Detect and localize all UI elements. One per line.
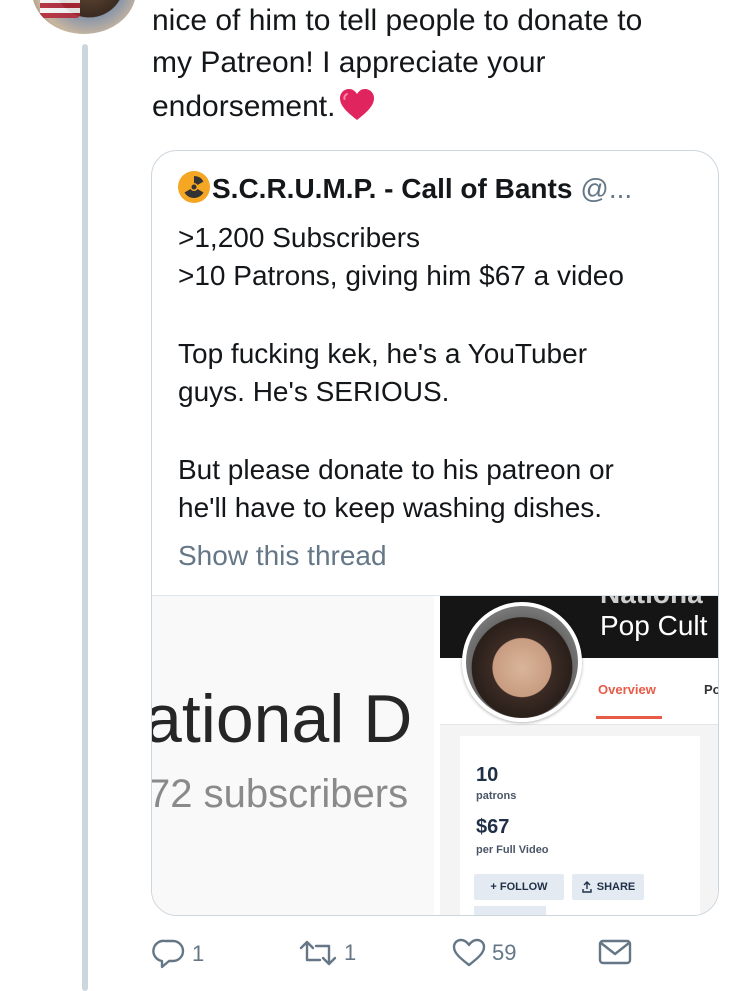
radioactive-emoji-icon: [178, 171, 210, 203]
channel-subscribers-fragment: 72 subscribers: [152, 772, 409, 816]
tab-overview-underline: [596, 716, 662, 719]
quoted-tweet-line: Top fucking kek, he's a YouTuber: [178, 338, 588, 369]
retweet-button[interactable]: 1: [298, 938, 356, 968]
tweet-text-line: endorsement.: [152, 86, 732, 132]
patreon-stats-card: 10 patrons $67 per Full Video + FOLLOW S…: [460, 736, 700, 915]
heart-outline-icon: [452, 938, 486, 967]
avatar-flag: [40, 0, 80, 18]
tab-overview: Overview: [598, 682, 656, 697]
quoted-tweet-line: >1,200 Subscribers: [178, 222, 421, 253]
quoted-tweet-card[interactable]: S.C.R.U.M.P. - Call of Bants @... >1,200 …: [151, 150, 719, 916]
quoted-tweet-media[interactable]: ational D 72 subscribers Nationa Pop Cul…: [152, 595, 718, 915]
share-button-label: SHARE: [596, 881, 636, 893]
quoted-tweet-header: S.C.R.U.M.P. - Call of Bants @...: [178, 171, 632, 206]
tweet-actions: 1 1 59: [0, 930, 750, 980]
creator-avatar: [462, 602, 582, 722]
quoted-author-handle: @...: [580, 173, 633, 204]
retweet-count: 1: [344, 940, 357, 965]
patrons-count: 10: [476, 764, 499, 786]
tweet-text: nice of him to tell people to donate to …: [152, 0, 732, 132]
retweet-icon: [299, 940, 337, 966]
envelope-icon: [598, 939, 632, 965]
quoted-tweet-line-blank: [178, 295, 698, 335]
extra-button-partial: [474, 906, 546, 915]
tweet-text-line: my Patreon! I appreciate your: [152, 46, 546, 79]
tab-posts-partial: Po: [704, 682, 718, 697]
direct-message-button[interactable]: [598, 938, 632, 966]
patreon-page-screenshot[interactable]: Nationa Pop Cult Overview Po 10 patrons …: [440, 596, 718, 915]
quoted-tweet-line: guys. He's SERIOUS.: [178, 376, 450, 407]
channel-title-fragment: ational D: [152, 681, 413, 757]
banner-text: Pop Cult: [600, 610, 708, 641]
tweet-text-line: nice of him to tell people to donate to: [152, 4, 643, 37]
user-avatar[interactable]: [32, 0, 136, 34]
quoted-tweet-line-blank: [178, 411, 698, 451]
patrons-label: patrons: [476, 790, 517, 802]
follow-button: + FOLLOW: [474, 874, 564, 900]
thread-connector-line: [82, 44, 88, 991]
quoted-author-name[interactable]: S.C.R.U.M.P. - Call of Bants: [212, 173, 572, 204]
quoted-tweet-line: >10 Patrons, giving him $67 a video: [178, 260, 624, 291]
amount-per-label: per Full Video: [476, 844, 549, 856]
tweet-text-line-end: endorsement.: [152, 90, 336, 123]
show-this-thread-link[interactable]: Show this thread: [178, 537, 387, 575]
quoted-tweet-line: But please donate to his patreon or: [178, 454, 614, 485]
reply-button[interactable]: 1: [152, 938, 204, 970]
like-count: 59: [492, 940, 517, 965]
youtube-channel-screenshot[interactable]: ational D 72 subscribers: [152, 596, 434, 915]
amount-per-video: $67: [476, 816, 510, 838]
red-heart-emoji-icon: [340, 89, 375, 120]
like-button[interactable]: 59: [452, 938, 516, 968]
quoted-tweet-body: >1,200 Subscribers >10 Patrons, giving h…: [178, 219, 698, 527]
banner-top-text: Nationa: [600, 596, 703, 610]
reply-icon: [152, 939, 185, 969]
quoted-tweet-line: he'll have to keep washing dishes.: [178, 492, 603, 523]
reply-count: 1: [192, 941, 205, 966]
share-button: SHARE: [572, 874, 644, 900]
upload-icon: [582, 881, 592, 893]
